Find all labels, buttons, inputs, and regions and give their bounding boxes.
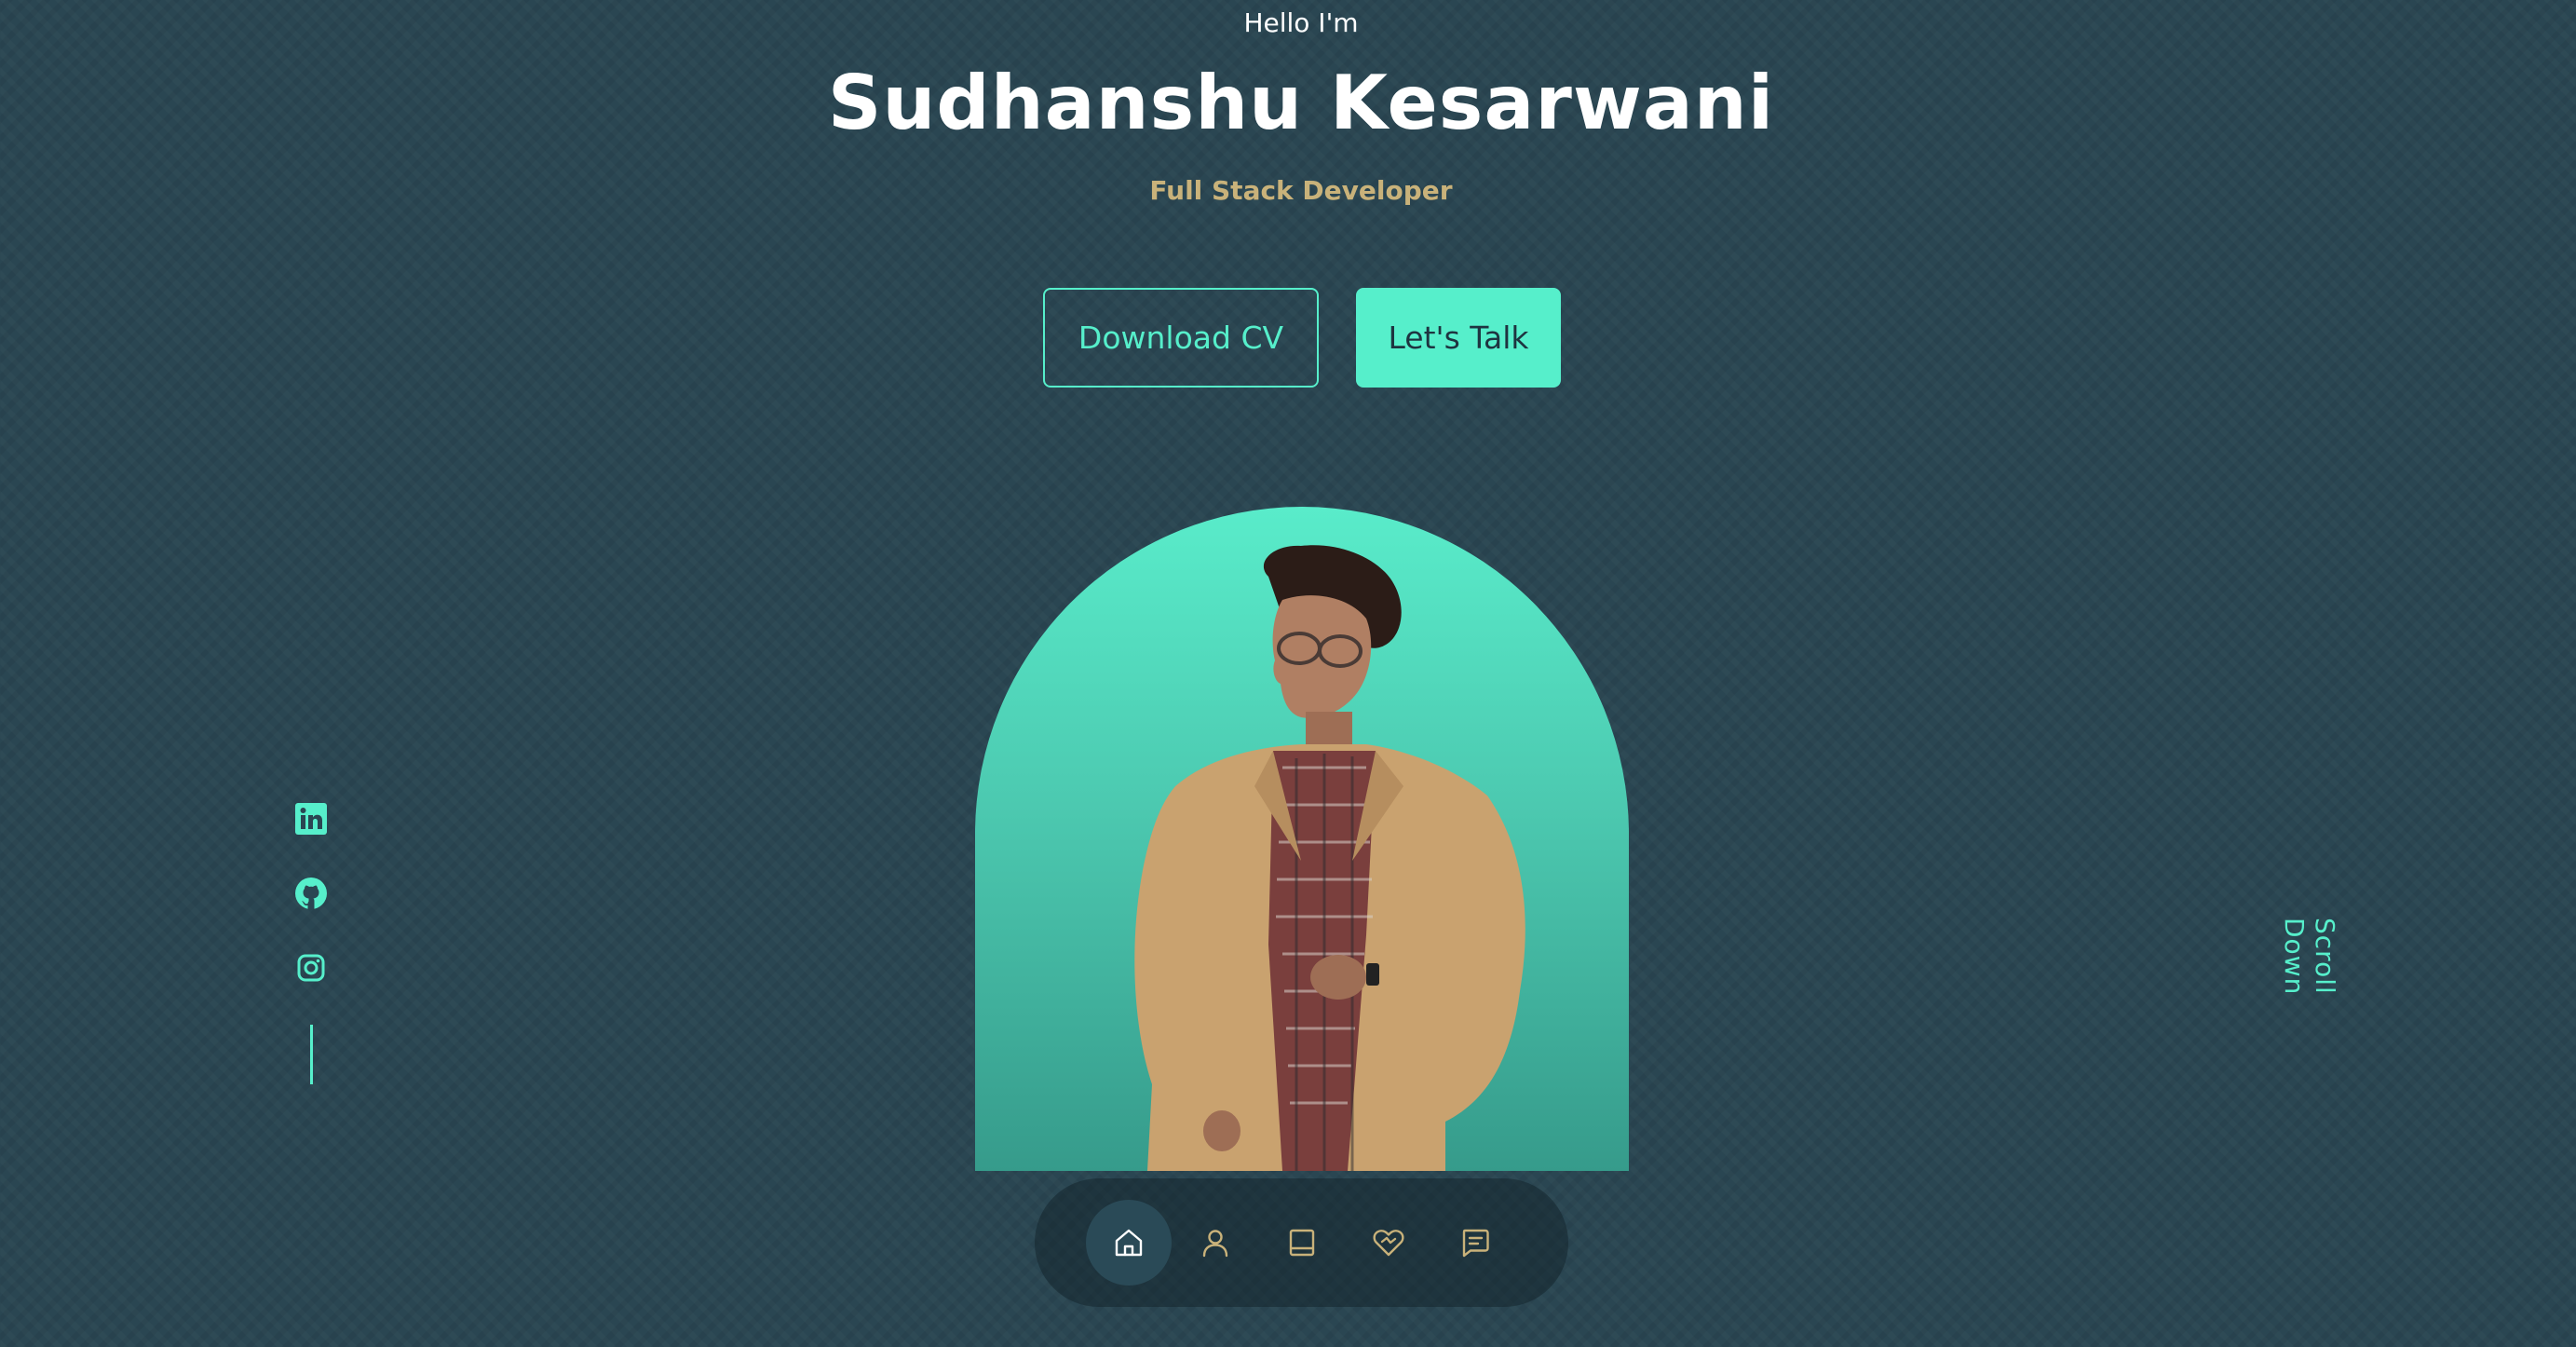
nav-about[interactable] [1173,1200,1258,1286]
github-icon [295,878,327,909]
nav-services[interactable] [1346,1200,1431,1286]
book-icon [1289,1229,1315,1257]
cta-buttons: Download CV Let's Talk [1043,288,1561,388]
portrait-frame [975,507,1629,1171]
home-icon [1115,1229,1143,1257]
user-icon [1202,1230,1228,1258]
nav-experience[interactable] [1259,1200,1345,1286]
hero-role: Full Stack Developer [1149,175,1453,206]
greeting-text: Hello I'm [1243,7,1359,38]
nav-home[interactable] [1086,1200,1172,1286]
github-link[interactable] [291,874,331,913]
services-icon [1373,1230,1404,1257]
instagram-link[interactable] [291,948,331,987]
social-divider-line [309,1025,313,1084]
social-links [291,799,331,1084]
download-cv-button[interactable]: Download CV [1043,288,1319,388]
hero-name: Sudhanshu Kesarwani [827,60,1775,146]
bottom-navigation [1035,1178,1568,1307]
portrait-image [1134,545,1525,1171]
hero-section: Hello I'm Sudhanshu Kesarwani Full Stack… [0,0,2576,1347]
linkedin-link[interactable] [291,799,331,838]
scroll-down-link[interactable]: Scroll Down [2279,918,2340,1076]
instagram-icon [297,954,325,982]
lets-talk-button[interactable]: Let's Talk [1356,288,1561,388]
message-icon [1462,1229,1489,1258]
linkedin-icon [295,803,327,835]
nav-contact[interactable] [1432,1200,1518,1286]
